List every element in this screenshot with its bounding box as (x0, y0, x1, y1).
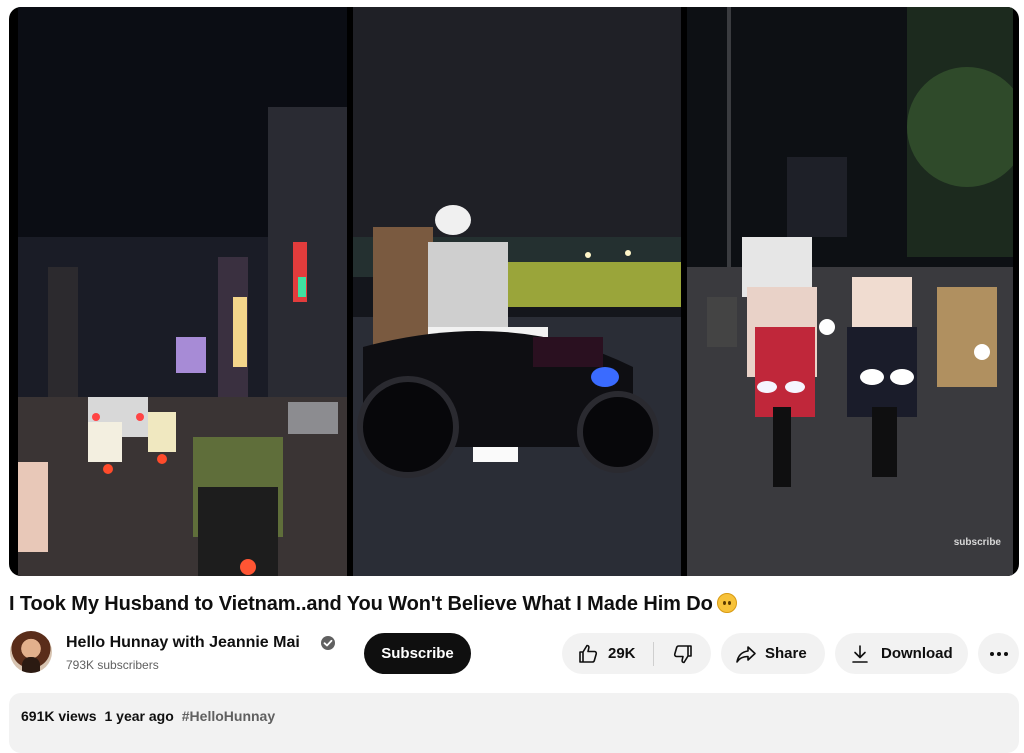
thumbs-down-icon (673, 644, 692, 663)
channel-avatar[interactable] (10, 631, 52, 673)
hashtag-link[interactable]: #HelloHunnay (182, 708, 275, 724)
subscribe-watermark: subscribe (953, 537, 1001, 548)
video-title: I Took My Husband to Vietnam..and You Wo… (9, 593, 737, 616)
more-actions-button[interactable] (978, 633, 1019, 674)
more-dot (1003, 651, 1008, 656)
subscribe-button[interactable]: Subscribe (364, 633, 471, 674)
download-icon (852, 644, 868, 663)
more-horizontal-icon (989, 651, 994, 656)
share-label: Share (765, 645, 807, 662)
subscriber-count: 793K subscribers (66, 658, 159, 672)
description-meta: 691K views 1 year ago #HelloHunnay (21, 708, 275, 724)
video-panel-group: subscribe (687, 7, 1013, 576)
upside-down-face-icon (716, 593, 737, 613)
thumbs-up-icon (579, 644, 598, 663)
more-dot (996, 651, 1001, 656)
video-panel-street (18, 7, 347, 576)
view-count: 691K views (21, 708, 97, 724)
description-box[interactable]: 691K views 1 year ago #HelloHunnay (9, 693, 1019, 753)
like-dislike-group: 29K (562, 633, 711, 674)
download-button[interactable]: Download (835, 633, 968, 674)
like-button[interactable]: 29K (562, 633, 653, 674)
video-player[interactable]: subscribe (9, 7, 1019, 576)
video-title-text: I Took My Husband to Vietnam..and You Wo… (9, 593, 713, 615)
share-arrow-icon (736, 645, 756, 663)
video-panel-rider (353, 7, 681, 576)
share-button[interactable]: Share (721, 633, 825, 674)
like-count: 29K (608, 645, 636, 662)
upload-date: 1 year ago (104, 708, 174, 724)
channel-name[interactable]: Hello Hunnay with Jeannie Mai (66, 634, 300, 652)
verified-check-icon (321, 636, 335, 650)
download-label: Download (881, 645, 953, 662)
dislike-button[interactable] (654, 633, 711, 674)
